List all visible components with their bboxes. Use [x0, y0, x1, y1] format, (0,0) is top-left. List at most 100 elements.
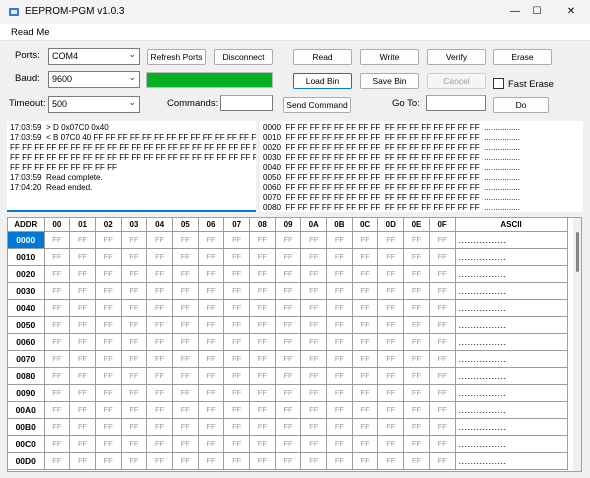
grid-header-cell[interactable]: 04	[146, 218, 173, 232]
grid-byte-cell[interactable]: FF	[403, 401, 430, 419]
grid-byte-cell[interactable]: FF	[172, 401, 199, 419]
do-button[interactable]: Do	[493, 97, 549, 113]
grid-byte-cell[interactable]: FF	[69, 350, 96, 368]
read-button[interactable]: Read	[293, 49, 352, 65]
grid-byte-cell[interactable]: FF	[275, 316, 302, 334]
grid-byte-cell[interactable]: FF	[249, 265, 276, 283]
grid-byte-cell[interactable]: FF	[172, 452, 199, 470]
grid-ascii-cell[interactable]: ................	[455, 282, 568, 300]
grid-byte-cell[interactable]: FF	[403, 350, 430, 368]
grid-byte-cell[interactable]: FF	[300, 333, 328, 351]
grid-byte-cell[interactable]: FF	[95, 316, 122, 334]
grid-byte-cell[interactable]: FF	[429, 265, 456, 283]
grid-ascii-cell[interactable]: ................	[455, 350, 568, 368]
ports-combo[interactable]: COM4 ⌄	[48, 48, 140, 65]
grid-addr-cell[interactable]: 0030	[8, 282, 45, 300]
grid-byte-cell[interactable]: FF	[326, 282, 353, 300]
grid-addr-cell[interactable]: 0070	[8, 350, 45, 368]
verify-button[interactable]: Verify	[427, 49, 486, 65]
grid-header-cell[interactable]: 0A	[300, 218, 328, 232]
grid-byte-cell[interactable]: FF	[275, 265, 302, 283]
grid-byte-cell[interactable]: FF	[44, 435, 71, 453]
grid-byte-cell[interactable]: FF	[377, 316, 405, 334]
grid-byte-cell[interactable]: FF	[300, 435, 328, 453]
grid-byte-cell[interactable]: FF	[275, 435, 302, 453]
grid-ascii-cell[interactable]: ................	[455, 384, 568, 402]
grid-byte-cell[interactable]: FF	[275, 384, 302, 402]
grid-byte-cell[interactable]: FF	[377, 367, 405, 385]
grid-byte-cell[interactable]: FF	[377, 299, 405, 317]
grid-byte-cell[interactable]: FF	[146, 248, 173, 266]
grid-byte-cell[interactable]: FF	[429, 367, 456, 385]
grid-byte-cell[interactable]: FF	[275, 299, 302, 317]
grid-ascii-cell[interactable]: ................	[455, 452, 568, 470]
grid-byte-cell[interactable]: FF	[300, 384, 328, 402]
grid-byte-cell[interactable]: FF	[429, 384, 456, 402]
grid-byte-cell[interactable]: FF	[172, 265, 199, 283]
grid-byte-cell[interactable]: FF	[429, 282, 456, 300]
grid-byte-cell[interactable]: FF	[249, 350, 276, 368]
grid-byte-cell[interactable]: FF	[198, 248, 225, 266]
grid-byte-cell[interactable]: FF	[403, 367, 430, 385]
grid-byte-cell[interactable]: FF	[44, 418, 71, 436]
grid-byte-cell[interactable]: FF	[429, 452, 456, 470]
grid-byte-cell[interactable]: FF	[429, 248, 456, 266]
grid-byte-cell[interactable]: FF	[403, 265, 430, 283]
grid-byte-cell[interactable]: FF	[95, 248, 122, 266]
grid-byte-cell[interactable]: FF	[352, 333, 379, 351]
grid-byte-cell[interactable]: FF	[377, 265, 405, 283]
grid-byte-cell[interactable]: FF	[172, 367, 199, 385]
grid-byte-cell[interactable]: FF	[146, 418, 173, 436]
grid-byte-cell[interactable]: FF	[146, 384, 173, 402]
table-row[interactable]: 0010 FF FF FF FF FF FF FF FF FF FF FF FF FF FF FF FF....…	[8, 248, 568, 266]
grid-byte-cell[interactable]: FF	[249, 231, 276, 249]
grid-header-cell[interactable]: 0C	[352, 218, 379, 232]
grid-byte-cell[interactable]: FF	[121, 401, 148, 419]
grid-addr-cell[interactable]: 0000	[8, 231, 45, 249]
grid-byte-cell[interactable]: FF	[249, 435, 276, 453]
grid-byte-cell[interactable]: FF	[377, 282, 405, 300]
grid-addr-cell[interactable]: 0020	[8, 265, 45, 283]
grid-byte-cell[interactable]: FF	[198, 367, 225, 385]
grid-byte-cell[interactable]: FF	[300, 299, 328, 317]
grid-byte-cell[interactable]: FF	[300, 231, 328, 249]
grid-byte-cell[interactable]: FF	[223, 282, 250, 300]
grid-byte-cell[interactable]: FF	[146, 282, 173, 300]
grid-byte-cell[interactable]: FF	[121, 350, 148, 368]
grid-byte-cell[interactable]: FF	[352, 435, 379, 453]
close-button[interactable]: ✕	[556, 0, 586, 24]
grid-byte-cell[interactable]: FF	[146, 367, 173, 385]
grid-byte-cell[interactable]: FF	[44, 299, 71, 317]
grid-byte-cell[interactable]: FF	[377, 435, 405, 453]
grid-byte-cell[interactable]: FF	[121, 299, 148, 317]
grid-byte-cell[interactable]: FF	[95, 350, 122, 368]
grid-byte-cell[interactable]: FF	[198, 452, 225, 470]
grid-byte-cell[interactable]: FF	[403, 299, 430, 317]
grid-byte-cell[interactable]: FF	[300, 367, 328, 385]
cancel-button[interactable]: Cancel	[427, 73, 486, 89]
grid-byte-cell[interactable]: FF	[69, 299, 96, 317]
grid-byte-cell[interactable]: FF	[95, 401, 122, 419]
grid-byte-cell[interactable]: FF	[69, 435, 96, 453]
grid-byte-cell[interactable]: FF	[44, 231, 71, 249]
grid-byte-cell[interactable]: FF	[352, 231, 379, 249]
grid-header-cell[interactable]: 0E	[403, 218, 430, 232]
grid-header-cell[interactable]: 02	[95, 218, 122, 232]
grid-byte-cell[interactable]: FF	[121, 418, 148, 436]
grid-byte-cell[interactable]: FF	[95, 367, 122, 385]
grid-header-cell[interactable]: ASCII	[455, 218, 568, 232]
grid-byte-cell[interactable]: FF	[44, 452, 71, 470]
table-row[interactable]: 0040 FF FF FF FF FF FF FF FF FF FF FF FF FF FF FF FF....…	[8, 299, 568, 317]
grid-ascii-cell[interactable]: ................	[455, 333, 568, 351]
grid-header-cell[interactable]: 08	[249, 218, 276, 232]
grid-byte-cell[interactable]: FF	[95, 418, 122, 436]
grid-byte-cell[interactable]: FF	[69, 367, 96, 385]
grid-byte-cell[interactable]: FF	[326, 350, 353, 368]
grid-byte-cell[interactable]: FF	[275, 350, 302, 368]
grid-byte-cell[interactable]: FF	[249, 333, 276, 351]
grid-byte-cell[interactable]: FF	[352, 367, 379, 385]
grid-byte-cell[interactable]: FF	[352, 248, 379, 266]
grid-byte-cell[interactable]: FF	[377, 350, 405, 368]
grid-byte-cell[interactable]: FF	[146, 452, 173, 470]
grid-ascii-cell[interactable]: ................	[455, 316, 568, 334]
